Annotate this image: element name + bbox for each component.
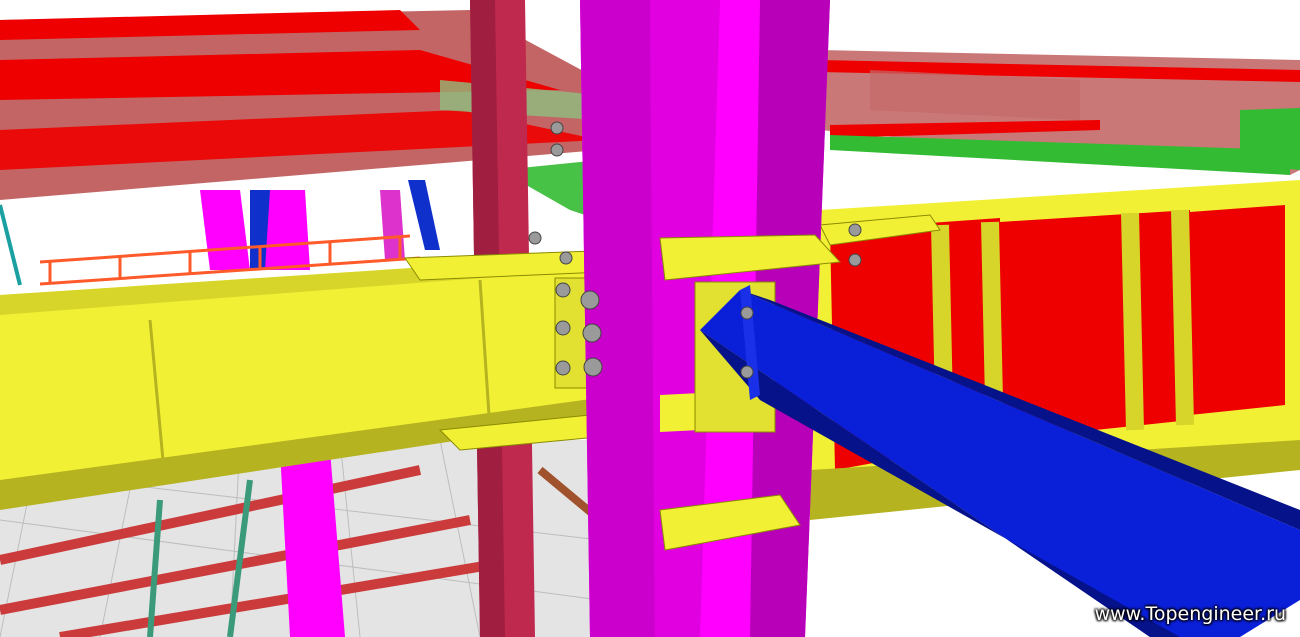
- bolt-icon: [555, 360, 571, 376]
- bolt-icon: [550, 143, 564, 157]
- bolt-icon: [528, 231, 542, 245]
- bolt-icon: [740, 365, 754, 379]
- steel-structure-render: www.Topengineer.ru: [0, 0, 1300, 637]
- steel-structure-svg: [0, 0, 1300, 637]
- right-upper-deck: [820, 50, 1300, 175]
- bolt-icon: [848, 223, 862, 237]
- bolt-icon: [740, 306, 754, 320]
- bolt-icon: [550, 121, 564, 135]
- bolt-icon: [559, 251, 573, 265]
- bolt-icon: [555, 320, 571, 336]
- bolt-icon: [555, 282, 571, 298]
- bolt-icon: [582, 323, 602, 343]
- bolt-icon: [580, 290, 600, 310]
- bolt-icon: [848, 253, 862, 267]
- bolt-icon: [583, 357, 603, 377]
- watermark-text: www.Topengineer.ru: [1094, 603, 1286, 625]
